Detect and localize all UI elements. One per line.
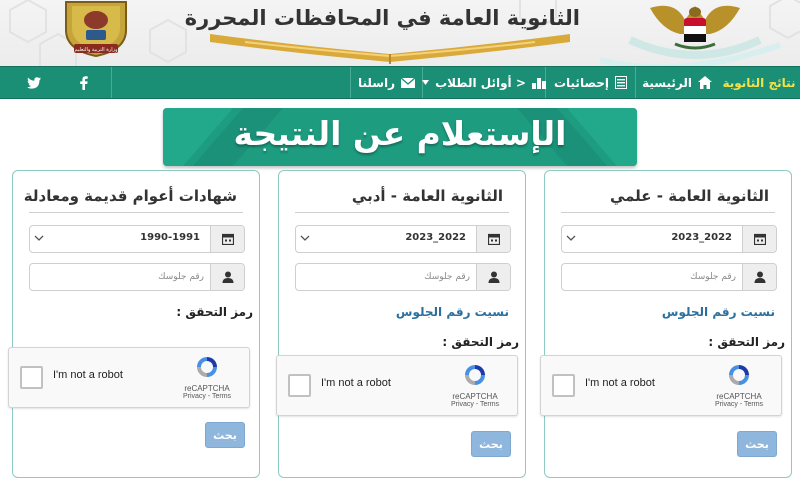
search-button[interactable]: بحث xyxy=(471,431,511,457)
user-icon xyxy=(754,271,765,283)
recaptcha-checkbox[interactable] xyxy=(552,374,575,397)
recaptcha-widget: I'm not a robot reCAPTCHA Privacy - Term… xyxy=(8,347,250,408)
podium-icon xyxy=(531,77,546,89)
recaptcha-icon xyxy=(729,365,749,385)
home-icon xyxy=(697,76,712,89)
seat-number-field[interactable] xyxy=(295,263,511,291)
calendar-icon xyxy=(221,233,234,245)
site-title: الثانوية العامة في المحافظات المحررة xyxy=(184,6,580,30)
forgot-seat-number-link[interactable]: نسيت رقم الجلوس xyxy=(396,305,509,319)
seat-number-field[interactable] xyxy=(29,263,245,291)
chevron-down-icon xyxy=(566,235,576,241)
user-icon xyxy=(488,271,499,283)
recaptcha-terms-link[interactable]: Privacy - Terms xyxy=(177,393,237,400)
seat-number-input[interactable] xyxy=(566,268,736,286)
chevron-down-icon xyxy=(34,235,44,241)
verification-code-label: رمز التحقق : xyxy=(442,335,519,349)
seat-number-input[interactable] xyxy=(34,268,204,286)
verification-code-label: رمز التحقق : xyxy=(176,305,253,319)
recaptcha-terms-link[interactable]: Privacy - Terms xyxy=(445,401,505,408)
search-button[interactable]: بحث xyxy=(205,422,245,448)
envelope-icon xyxy=(401,77,416,88)
recaptcha-widget: I'm not a robot reCAPTCHA Privacy - Term… xyxy=(540,355,782,416)
recaptcha-brand: reCAPTCHA xyxy=(184,384,230,393)
recaptcha-label: I'm not a robot xyxy=(585,377,655,389)
chevron-down-icon xyxy=(300,235,310,241)
banner-title: الإستعلام عن النتيجة xyxy=(233,114,567,153)
card-scientific: الثانوية العامة - علمي 2023_2022 نسيت رق… xyxy=(540,170,792,478)
card-old-certificates: شهادات أعوام قديمة ومعادلة 1990-1991 رمز… xyxy=(8,170,260,478)
nav-item-home[interactable]: الرئيسية xyxy=(635,67,718,98)
year-select[interactable]: 1990-1991 xyxy=(29,225,245,253)
nav-item-results[interactable]: نتائج الثانوية xyxy=(718,67,800,98)
recaptcha-checkbox[interactable] xyxy=(20,366,43,389)
svg-text:وزارة التربية والتعليم: وزارة التربية والتعليم xyxy=(75,47,119,53)
twitter-link[interactable] xyxy=(12,67,56,98)
eagle-emblem-logo xyxy=(628,5,762,59)
nav-item-contact[interactable]: راسلنا xyxy=(350,67,422,98)
main-nav: نتائج الثانوية الرئيسية إحصائيات < أوائل… xyxy=(0,66,800,99)
card-title: الثانوية العامة - علمي xyxy=(561,187,775,213)
recaptcha-terms-link[interactable]: Privacy - Terms xyxy=(709,401,769,408)
recaptcha-widget: I'm not a robot reCAPTCHA Privacy - Term… xyxy=(276,355,518,416)
nav-item-top-students[interactable]: < أوائل الطلاب xyxy=(422,67,546,98)
dropdown-caret-icon xyxy=(422,80,430,85)
card-title: شهادات أعوام قديمة ومعادلة xyxy=(24,187,243,213)
nav-item-statistics[interactable]: إحصائيات xyxy=(545,67,635,98)
recaptcha-brand: reCAPTCHA xyxy=(716,392,762,401)
list-icon xyxy=(615,76,628,89)
seat-number-input[interactable] xyxy=(300,268,470,286)
recaptcha-brand: reCAPTCHA xyxy=(452,392,498,401)
year-value: 2023_2022 xyxy=(671,232,732,243)
year-select[interactable]: 2023_2022 xyxy=(561,225,777,253)
open-book-graphic xyxy=(210,34,570,64)
recaptcha-label: I'm not a robot xyxy=(53,369,123,381)
user-icon xyxy=(222,271,233,283)
calendar-icon xyxy=(487,233,500,245)
recaptcha-icon xyxy=(197,357,217,377)
card-literary: الثانوية العامة - أدبي 2023_2022 نسيت رق… xyxy=(276,170,526,478)
search-button[interactable]: بحث xyxy=(737,431,777,457)
card-title: الثانوية العامة - أدبي xyxy=(295,187,509,213)
twitter-icon xyxy=(27,76,41,89)
year-value: 1990-1991 xyxy=(140,232,200,243)
facebook-link[interactable] xyxy=(56,67,112,98)
verification-code-label: رمز التحقق : xyxy=(708,335,785,349)
seat-number-field[interactable] xyxy=(561,263,777,291)
calendar-icon xyxy=(753,233,766,245)
ministry-emblem-logo: وزارة التربية والتعليم xyxy=(65,1,127,58)
recaptcha-checkbox[interactable] xyxy=(288,374,311,397)
result-inquiry-banner: الإستعلام عن النتيجة xyxy=(163,108,637,166)
year-value: 2023_2022 xyxy=(405,232,466,243)
facebook-icon xyxy=(79,75,88,90)
year-select[interactable]: 2023_2022 xyxy=(295,225,511,253)
site-header: وزارة التربية والتعليم الثانوية العامة ف… xyxy=(0,0,800,66)
forgot-seat-number-link[interactable]: نسيت رقم الجلوس xyxy=(662,305,775,319)
recaptcha-icon xyxy=(465,365,485,385)
recaptcha-label: I'm not a robot xyxy=(321,377,391,389)
